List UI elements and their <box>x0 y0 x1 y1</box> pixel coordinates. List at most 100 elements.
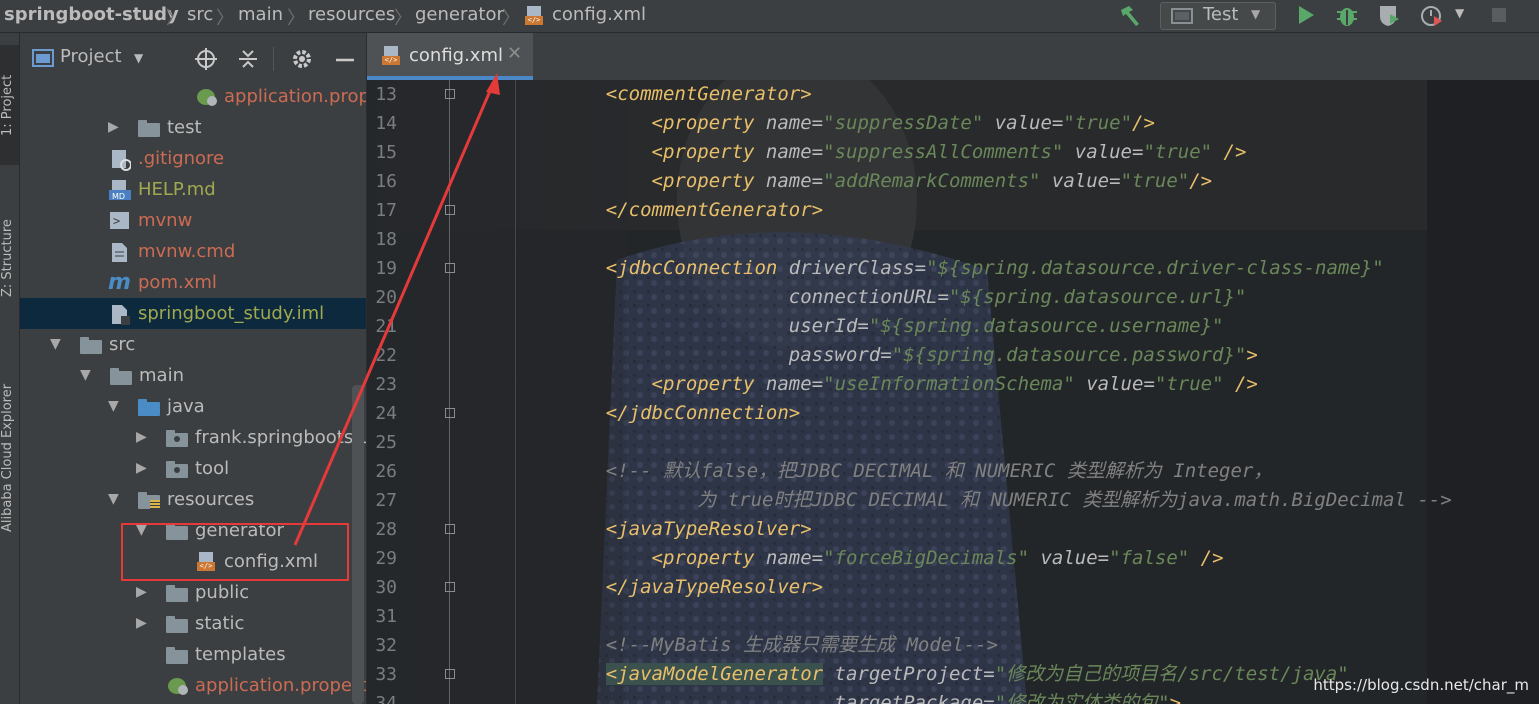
tree-item-static[interactable]: ▶ static <box>20 608 366 639</box>
line-number: 17 <box>375 200 397 221</box>
tree-item-templates[interactable]: templates <box>20 639 366 670</box>
breadcrumb-resources[interactable]: resources <box>308 4 395 25</box>
package-dot <box>174 436 180 442</box>
tree-item-test[interactable]: ▶ test <box>20 112 366 143</box>
tree-item-springboot-study-iml[interactable]: springboot_study.iml <box>20 298 366 329</box>
code-editor[interactable]: 13 14 15 16 17 18 19 20 21 22 23 24 25 26 27 28 29 30 31 32… <box>367 80 1539 704</box>
breadcrumb-project[interactable]: springboot-study <box>4 4 179 25</box>
tab-structure-tool-window[interactable]: Z: Structure <box>0 183 19 333</box>
build-hammer-icon[interactable] <box>1117 4 1143 28</box>
locate-file-icon[interactable] <box>195 48 217 70</box>
code-line[interactable]: <property name="suppressDate" value="tru… <box>560 109 1155 138</box>
expand-arrow-icon[interactable]: ▶ <box>136 577 147 608</box>
collapse-all-icon[interactable] <box>237 48 259 70</box>
code-token: </javaTypeResolver> <box>605 576 824 598</box>
code-line[interactable]: connectionURL="${spring.datasource.url}" <box>560 283 1247 312</box>
code-line[interactable]: <!-- 默认false，把JDBC DECIMAL 和 NUMERIC 类型解… <box>560 457 1273 486</box>
tree-item-src[interactable]: ▼ src <box>20 329 366 360</box>
tree-item-mvnw-cmd[interactable]: mvnw.cmd <box>20 236 366 267</box>
fold-marker-icon[interactable] <box>445 408 455 418</box>
tree-item-resources[interactable]: ▼ resources <box>20 484 366 515</box>
project-tree-scrollbar[interactable] <box>352 385 364 704</box>
code-line[interactable]: <javaTypeResolver> <box>560 515 812 544</box>
code-line[interactable]: <javaModelGenerator targetProject="修改为自己… <box>560 660 1349 689</box>
code-token: > <box>1169 692 1182 704</box>
collapse-arrow-icon[interactable]: ▼ <box>108 484 119 515</box>
run-configuration-select[interactable]: Test ▼ <box>1160 2 1276 30</box>
tree-item-public[interactable]: ▶ public <box>20 577 366 608</box>
code-line[interactable]: </javaTypeResolver> <box>560 573 823 602</box>
code-line[interactable]: </jdbcConnection> <box>560 399 800 428</box>
expand-arrow-icon[interactable]: ▶ <box>136 608 147 639</box>
expand-arrow-icon[interactable]: ▶ <box>136 453 147 484</box>
code-line[interactable]: <jdbcConnection driverClass="${spring.da… <box>560 254 1384 283</box>
tree-item-application-properties[interactable]: application.propertie <box>20 670 366 701</box>
breadcrumb-config-xml[interactable]: config.xml <box>552 4 646 25</box>
chevron-down-icon[interactable]: ▼ <box>134 51 143 65</box>
code-token: = <box>1131 141 1144 163</box>
tree-item-label: main <box>139 365 184 386</box>
hide-panel-icon[interactable] <box>334 48 356 70</box>
collapse-arrow-icon[interactable]: ▼ <box>80 360 91 391</box>
code-line[interactable]: <property name="useInformationSchema" va… <box>560 370 1258 399</box>
tree-item-main[interactable]: ▼ main <box>20 360 366 391</box>
line-number: 28 <box>375 519 397 540</box>
tree-item-java[interactable]: ▼ java <box>20 391 366 422</box>
tree-item-gitignore[interactable]: .gitignore <box>20 143 366 174</box>
tree-item-pom-xml[interactable]: m pom.xml <box>20 267 366 298</box>
chevron-down-icon: ▼ <box>1251 7 1261 21</box>
collapse-arrow-icon[interactable]: ▼ <box>50 329 61 360</box>
profile-icon[interactable] <box>1420 4 1446 28</box>
breadcrumb-src[interactable]: src <box>187 4 213 25</box>
debug-icon[interactable] <box>1335 4 1359 28</box>
editor-tab-bar: </> config.xml ✕ <box>367 33 1539 80</box>
code-line[interactable]: userId="${spring.datasource.username}" <box>560 312 1224 341</box>
file-ignore-icon <box>112 150 131 171</box>
tree-item-package-tool[interactable]: ▶ tool <box>20 453 366 484</box>
collapse-arrow-icon[interactable]: ▼ <box>108 391 119 422</box>
code-line[interactable]: <property name="forceBigDecimals" value=… <box>560 544 1224 573</box>
breadcrumb-main[interactable]: main <box>238 4 283 25</box>
close-icon[interactable]: ✕ <box>507 43 522 64</box>
breadcrumb-generator[interactable]: generator <box>415 4 504 25</box>
code-line[interactable]: 为 true时把JDBC DECIMAL 和 NUMERIC 类型解析为java… <box>560 486 1451 515</box>
tree-item-label: test <box>167 117 202 138</box>
code-line[interactable]: <property name="suppressAllComments" val… <box>560 138 1247 167</box>
code-line[interactable]: password="${spring.datasource.password}"… <box>560 341 1258 370</box>
fold-marker-icon[interactable] <box>445 582 455 592</box>
line-number: 22 <box>375 345 397 366</box>
code-line[interactable]: <property name="addRemarkComments" value… <box>560 167 1213 196</box>
folder-icon <box>166 647 188 664</box>
code-token: = <box>1143 373 1155 395</box>
code-line[interactable]: <!--MyBatis 生成器只需要生成 Model--> <box>560 631 998 660</box>
code-line[interactable]: </commentGenerator> <box>560 196 823 225</box>
project-view-title[interactable]: Project <box>60 46 122 67</box>
gear-icon[interactable] <box>291 48 313 70</box>
run-icon[interactable] <box>1296 4 1316 26</box>
fold-marker-icon[interactable] <box>445 669 455 679</box>
code-token: "suppressDate" <box>823 112 984 134</box>
fold-marker-icon[interactable] <box>445 205 455 215</box>
fold-marker-icon[interactable] <box>445 263 455 273</box>
tree-item-mvnw[interactable]: > mvnw <box>20 205 366 236</box>
tree-item-application-properties-top[interactable]: application.prope <box>20 81 366 112</box>
tab-project-tool-window[interactable]: 1: Project <box>0 45 19 165</box>
tree-item-help-md[interactable]: MD HELP.md <box>20 174 366 205</box>
tab-alibaba-cloud-explorer[interactable]: Alibaba Cloud Explorer <box>0 343 19 573</box>
tree-item-package-frank[interactable]: ▶ frank.springbootstuc <box>20 422 366 453</box>
fold-marker-icon[interactable] <box>445 89 455 99</box>
fold-marker-icon[interactable] <box>445 524 455 534</box>
expand-arrow-icon[interactable]: ▶ <box>108 112 119 143</box>
code-line[interactable]: <commentGenerator> <box>560 80 812 109</box>
tab-config-xml[interactable]: </> config.xml ✕ <box>367 33 533 80</box>
coverage-icon[interactable] <box>1377 4 1401 28</box>
expand-arrow-icon[interactable]: ▶ <box>136 422 147 453</box>
code-line[interactable]: targetPackage="修改为实体类的包"> <box>560 689 1182 704</box>
profile-dropdown-icon[interactable]: ▼ <box>1455 6 1464 20</box>
stop-icon[interactable] <box>1490 4 1508 22</box>
tree-item-label: java <box>167 396 205 417</box>
iml-file-icon <box>112 305 130 325</box>
